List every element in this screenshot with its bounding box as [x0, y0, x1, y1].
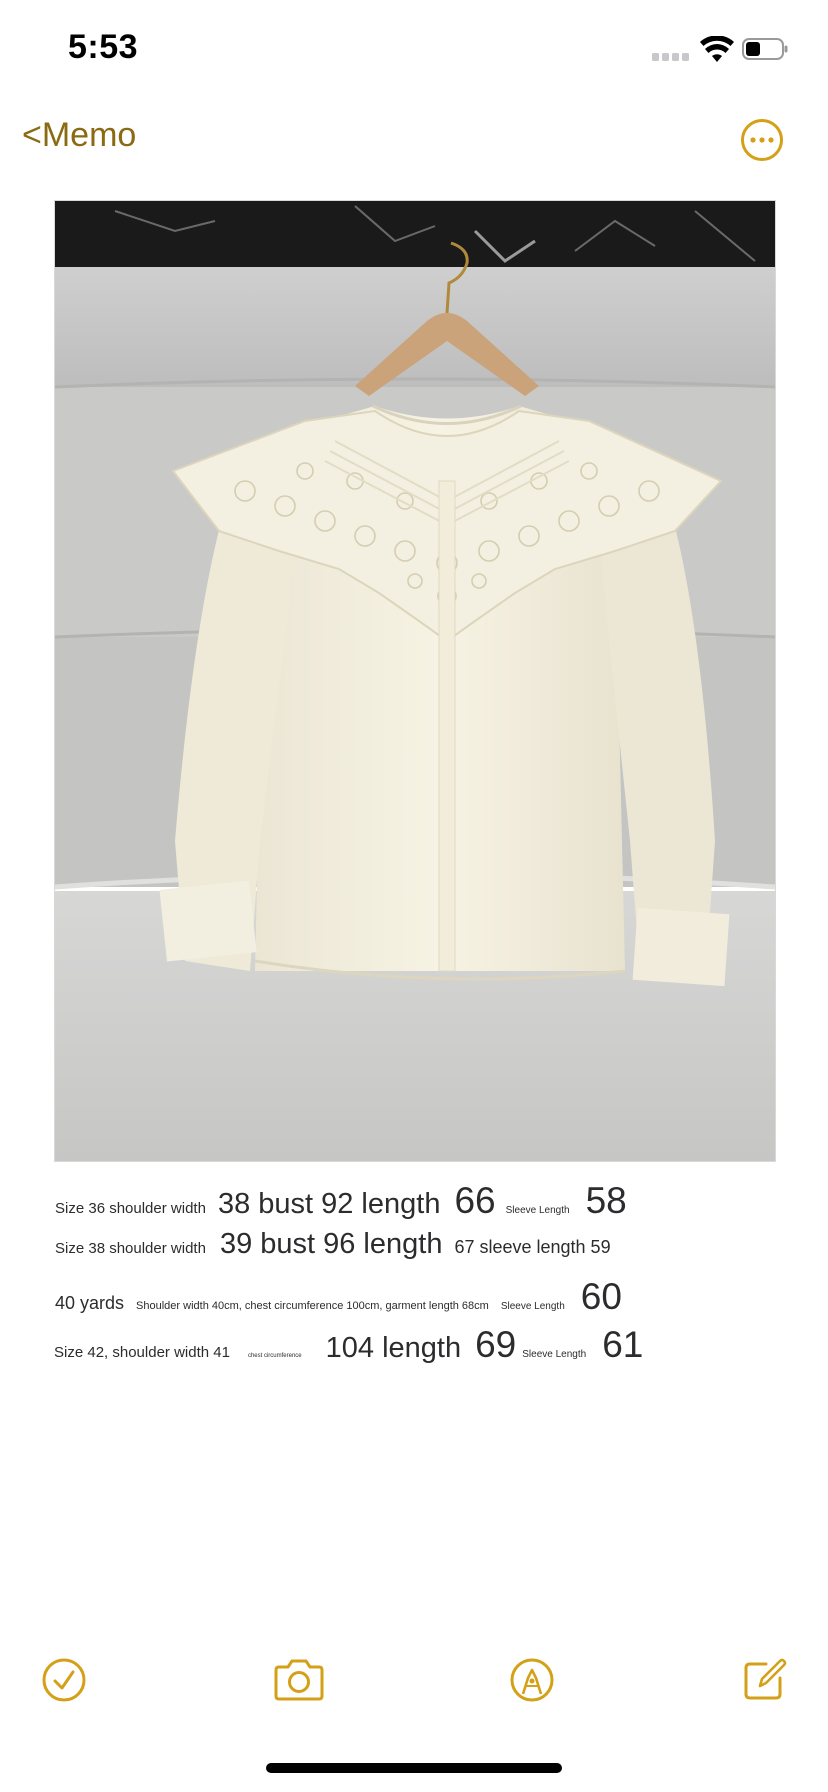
- size-row-42: Size 42, shoulder width 41 chest circumf…: [54, 1324, 643, 1366]
- status-time: 5:53: [68, 28, 139, 66]
- blouse-image: [55, 201, 775, 1161]
- pen-tip-circle-icon[interactable]: [508, 1656, 556, 1704]
- chest-value: 104 length: [325, 1332, 462, 1364]
- size-label: Size 38 shoulder width: [55, 1240, 206, 1257]
- ellipsis-circle-icon[interactable]: [740, 118, 784, 162]
- chest-label: chest circumference: [247, 1353, 302, 1359]
- length-sleeve-text: 67 sleeve length 59: [454, 1237, 611, 1257]
- measurements: 38 bust 92 length: [217, 1188, 441, 1220]
- battery-icon: [742, 38, 788, 60]
- status-bar: 5:53: [0, 0, 828, 100]
- sleeve-value: 58: [585, 1180, 627, 1221]
- back-button[interactable]: <Memo: [22, 116, 136, 155]
- measurements: Shoulder width 40cm, chest circumference…: [136, 1300, 489, 1312]
- compose-icon[interactable]: [740, 1656, 788, 1704]
- sleeve-label: Sleeve Length: [500, 1301, 565, 1312]
- size-label: 40 yards: [55, 1293, 125, 1313]
- length-value: 66: [454, 1180, 496, 1221]
- sleeve-value: 61: [602, 1324, 644, 1365]
- product-photo[interactable]: [54, 200, 776, 1162]
- sleeve-value: 60: [580, 1276, 622, 1317]
- home-indicator[interactable]: [266, 1763, 562, 1773]
- size-row-40: 40 yards Shoulder width 40cm, chest circ…: [55, 1276, 622, 1318]
- length-value: 69: [475, 1324, 517, 1365]
- size-label: Size 36 shoulder width: [55, 1200, 206, 1217]
- sleeve-label: Sleeve Length: [505, 1205, 570, 1216]
- measurements: 39 bust 96 length: [219, 1228, 443, 1260]
- signal-icon: [652, 53, 689, 61]
- wifi-icon: [700, 36, 734, 62]
- camera-icon[interactable]: [272, 1656, 326, 1704]
- size-row-36: Size 36 shoulder width 38 bust 92 length…: [55, 1180, 627, 1222]
- size-row-38: Size 38 shoulder width 39 bust 96 length…: [55, 1228, 611, 1261]
- size-label: Size 42, shoulder width 41: [54, 1344, 230, 1361]
- sleeve-label: Sleeve Length: [522, 1349, 587, 1360]
- checkmark-circle-icon[interactable]: [40, 1656, 88, 1704]
